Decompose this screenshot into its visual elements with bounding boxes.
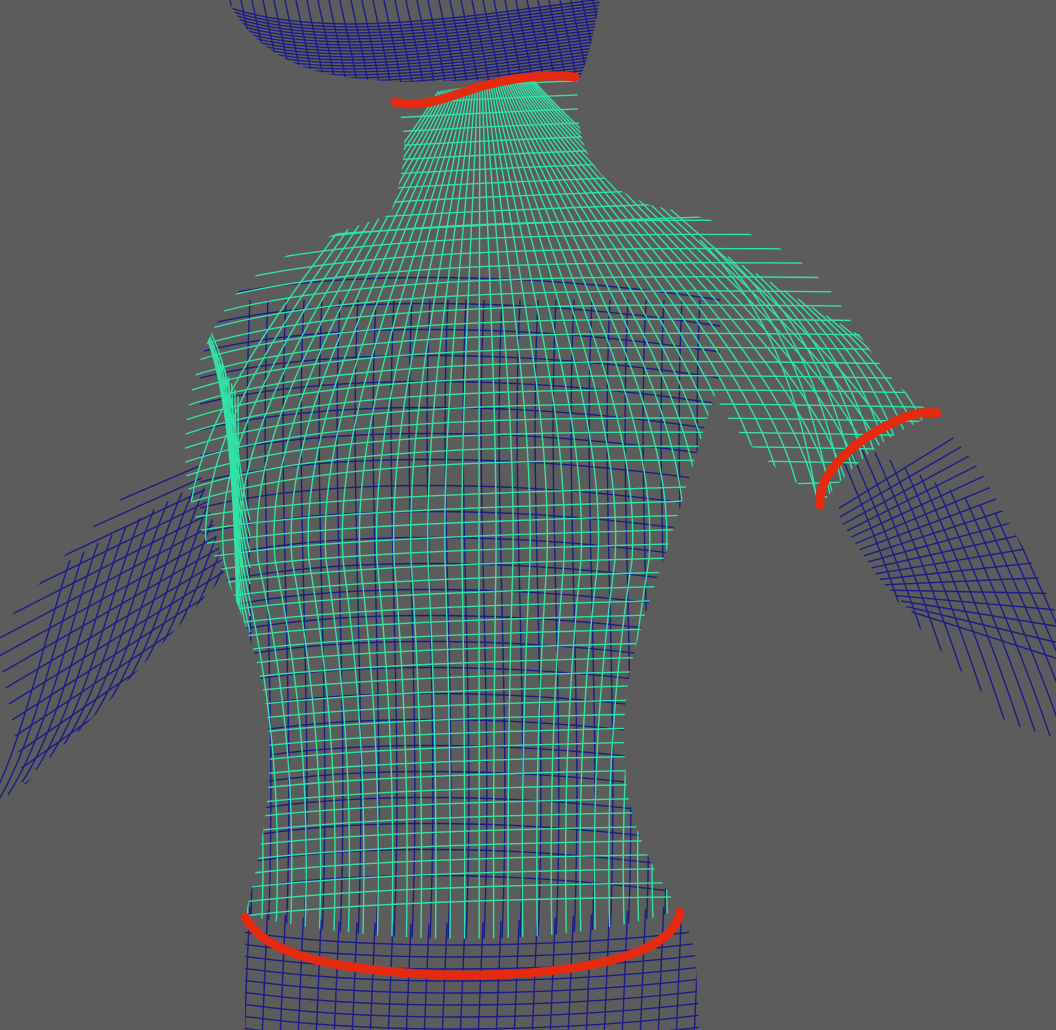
torso-inner-wire-line bbox=[642, 299, 650, 939]
right-arm-wire-line bbox=[859, 444, 961, 710]
hips-wire-line bbox=[495, 905, 503, 1030]
shirt-wire-line bbox=[966, 400, 1056, 520]
shirt-wire-line bbox=[185, 621, 935, 661]
shirt-wire-line bbox=[938, 383, 1056, 520]
shirt-wire-line bbox=[185, 374, 935, 423]
right-arm-wire-line bbox=[846, 449, 1056, 548]
shirt-wire-line bbox=[185, 403, 935, 451]
shirt-wire-line bbox=[185, 233, 935, 283]
hips-wire-line bbox=[245, 989, 700, 1006]
left-arm-wire-line bbox=[2, 517, 225, 673]
shirt-wire-line bbox=[185, 360, 935, 409]
shirt-wire-line bbox=[185, 492, 935, 535]
shirt-wire-line bbox=[952, 391, 1056, 520]
head-wire-line bbox=[306, 0, 326, 82]
left-arm-wire-line bbox=[7, 542, 99, 796]
right-arm-wire-line bbox=[949, 489, 1051, 737]
left-arm-wire-line bbox=[21, 534, 113, 783]
shirt-wire-line bbox=[909, 365, 935, 521]
hips-wire-line bbox=[245, 1013, 700, 1030]
head-wire-line bbox=[615, 0, 633, 90]
shirt-wire-line bbox=[478, 79, 481, 939]
hips-wire-line bbox=[245, 977, 700, 994]
torso-inner-wire-line bbox=[336, 299, 344, 939]
torso-inner-wire-line bbox=[199, 406, 721, 431]
shirt-wire-line bbox=[699, 239, 821, 521]
shirt-wire-line bbox=[185, 735, 935, 773]
hips-wire-line bbox=[387, 905, 395, 1030]
shirt-wire-line bbox=[307, 79, 461, 939]
hips-wire-line bbox=[279, 905, 287, 1030]
hips-wire-line bbox=[261, 905, 269, 1030]
left-arm-wire-line bbox=[8, 540, 225, 705]
shirt-wire-line bbox=[895, 357, 935, 521]
left-arm-wire-line bbox=[27, 607, 225, 801]
torso-inner-wire-line bbox=[199, 432, 721, 457]
left-arm-wire-line bbox=[0, 551, 85, 808]
head-wire-line bbox=[581, 0, 600, 82]
body-mesh-wireframe[interactable] bbox=[0, 0, 1056, 1030]
torso-inner-wire-line bbox=[246, 299, 254, 939]
torso-inner-wire-line bbox=[199, 744, 721, 769]
torso-inner-wire-line bbox=[199, 276, 721, 301]
right-arm-wire-line bbox=[835, 429, 931, 701]
shirt-wire-line bbox=[185, 750, 935, 787]
right-arm-wire-line bbox=[919, 474, 1021, 728]
hips-wire-line bbox=[245, 1001, 700, 1018]
torso-inner-wire-line bbox=[199, 354, 721, 379]
shirt-wire-line bbox=[185, 178, 935, 227]
right-arm-wire-line bbox=[994, 512, 1056, 750]
hips-wire-line bbox=[657, 905, 665, 1030]
hips-wire-line bbox=[693, 905, 700, 1030]
hips-wire-line bbox=[423, 905, 431, 1030]
shirt-wire-line bbox=[185, 192, 935, 241]
right-arm-wire-line bbox=[889, 459, 991, 719]
shirt-wire-line bbox=[375, 79, 469, 939]
torso-inner-wire-line bbox=[354, 299, 362, 939]
3d-viewport[interactable] bbox=[0, 0, 1056, 1030]
viewport-canvas[interactable] bbox=[0, 0, 1056, 1030]
shirt-wire-line bbox=[185, 893, 935, 927]
shirt-wire-line bbox=[713, 247, 835, 521]
hips-wire-line bbox=[441, 905, 449, 1030]
shirt-wire-line bbox=[185, 878, 935, 913]
left-arm-wire-line bbox=[0, 440, 225, 561]
shirt-wire-line bbox=[185, 92, 935, 143]
shirt-wire-line bbox=[185, 78, 935, 129]
head-wire-line bbox=[251, 0, 271, 82]
head-wire-line bbox=[604, 0, 622, 90]
right-arm-wire-line bbox=[857, 485, 1056, 559]
hips-wire-line bbox=[513, 905, 521, 1030]
shirt-mesh-wireframe[interactable] bbox=[180, 50, 1056, 960]
torso-inner-wire-line bbox=[678, 299, 686, 939]
right-arm-wire-line bbox=[873, 539, 1056, 575]
right-arm-wire-line bbox=[884, 575, 1056, 586]
head-wire-line bbox=[262, 0, 282, 82]
right-arm-wire-line bbox=[835, 415, 1056, 527]
hips-wire-line bbox=[639, 905, 647, 1030]
head-wire-line bbox=[592, 0, 600, 82]
shirt-wire-line bbox=[881, 348, 935, 521]
